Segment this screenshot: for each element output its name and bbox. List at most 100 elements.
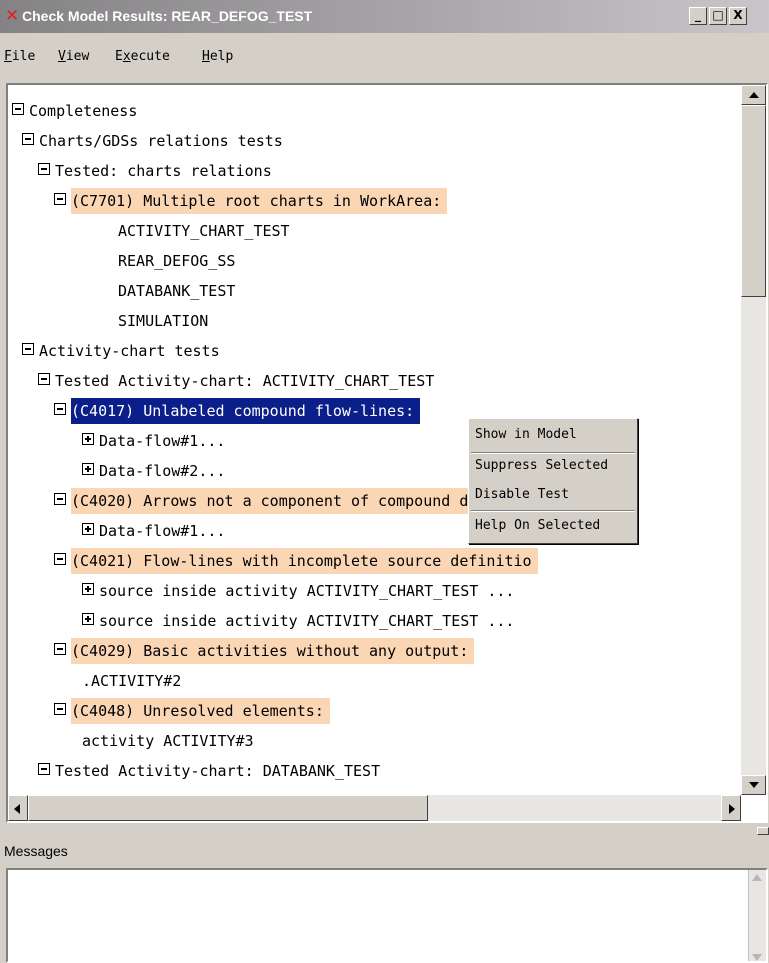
tree-row-label: Tested Activity-chart: DATABANK_TEST <box>55 761 381 780</box>
arrow-up-icon <box>749 92 759 98</box>
tree-node-activity-chart-tests[interactable]: Activity-chart tests <box>22 335 226 365</box>
tree-row-label: REAR_DEFOG_SS <box>118 251 236 270</box>
tree-row-label: (C4021) Flow-lines with incomplete sourc… <box>71 547 538 574</box>
ctx-show-in-model[interactable]: Show in Model <box>475 427 577 442</box>
vertical-scroll-thumb[interactable] <box>741 105 766 297</box>
tree-vertical-scrollbar[interactable] <box>741 85 766 795</box>
results-tree-panel: Completeness Charts/GDSs relations tests T… <box>6 83 768 823</box>
context-menu: Show in Model Suppress Selected Disable … <box>468 418 638 544</box>
maximize-button[interactable]: □ <box>709 7 727 25</box>
tree-node-c4029[interactable]: (C4029) Basic activities without any out… <box>54 635 475 665</box>
collapse-icon[interactable] <box>38 163 50 175</box>
menu-help-label: elp <box>209 49 234 64</box>
collapse-icon[interactable] <box>38 373 50 385</box>
expand-icon[interactable] <box>82 583 94 595</box>
expand-icon[interactable] <box>82 523 94 535</box>
tree-node-source-inside-1[interactable]: source inside activity ACTIVITY_CHART_TE… <box>82 575 520 605</box>
arrow-down-icon[interactable] <box>752 954 762 961</box>
menu-view[interactable]: View <box>58 49 89 64</box>
expand-icon[interactable] <box>82 433 94 445</box>
messages-panel[interactable] <box>6 868 768 963</box>
tree-row-label: Charts/GDSs relations tests <box>39 131 283 150</box>
ctx-suppress-selected[interactable]: Suppress Selected <box>475 458 608 473</box>
tree-row-label: Completeness <box>29 101 138 120</box>
tree-node-c7701[interactable]: (C7701) Multiple root charts in WorkArea… <box>54 185 448 215</box>
tree-row-label: source inside activity ACTIVITY_CHART_TE… <box>99 581 515 600</box>
tree-node-completeness[interactable]: Completeness <box>12 95 143 125</box>
collapse-icon[interactable] <box>54 553 66 565</box>
menu-execute[interactable]: Execute <box>115 49 170 64</box>
tree-node-tested-activity-chart[interactable]: Tested Activity-chart: ACTIVITY_CHART_TE… <box>38 365 440 395</box>
collapse-icon[interactable] <box>54 403 66 415</box>
expand-icon[interactable] <box>82 463 94 475</box>
messages-vertical-scrollbar[interactable] <box>748 870 766 961</box>
tree-row-label: Tested Activity-chart: ACTIVITY_CHART_TE… <box>55 371 435 390</box>
ctx-help-on-selected[interactable]: Help On Selected <box>475 518 600 533</box>
menu-file-label: ile <box>11 49 36 64</box>
horizontal-scroll-thumb[interactable] <box>28 795 428 821</box>
tree-node-c4048[interactable]: (C4048) Unresolved elements: <box>54 695 330 725</box>
ctx-separator <box>471 452 635 454</box>
tree-row-label: source inside activity ACTIVITY_CHART_TE… <box>99 611 515 630</box>
scroll-left-button[interactable] <box>8 795 28 821</box>
arrow-up-icon[interactable] <box>752 874 762 881</box>
scroll-up-button[interactable] <box>741 85 766 105</box>
tree-leaf-activity-2[interactable]: .ACTIVITY#2 <box>82 665 187 695</box>
app-x-icon: ✕ <box>5 6 20 26</box>
tree-node-source-inside-2[interactable]: source inside activity ACTIVITY_CHART_TE… <box>82 605 520 635</box>
title-bar[interactable]: ✕ Check Model Results: REAR_DEFOG_TEST _… <box>0 0 769 33</box>
tree-leaf-activity-chart-test[interactable]: ACTIVITY_CHART_TEST <box>118 215 296 245</box>
collapse-icon[interactable] <box>54 643 66 655</box>
tree-leaf-databank-test[interactable]: DATABANK_TEST <box>118 275 241 305</box>
tree-row-label: Data-flow#1... <box>99 431 226 450</box>
menu-file[interactable]: File <box>4 49 35 64</box>
menu-execute-label: ecute <box>130 49 170 64</box>
menu-execute-prefix: E <box>115 49 123 64</box>
window-title: Check Model Results: REAR_DEFOG_TEST <box>22 8 313 24</box>
tree-leaf-rear-defog-ss[interactable]: REAR_DEFOG_SS <box>118 245 241 275</box>
tree-leaf-activity-3[interactable]: activity ACTIVITY#3 <box>82 725 260 755</box>
tree-node-tested-databank[interactable]: Tested Activity-chart: DATABANK_TEST <box>38 755 386 785</box>
ctx-separator <box>471 510 635 512</box>
tree-node-c4017[interactable]: (C4017) Unlabeled compound flow-lines: <box>54 395 421 425</box>
menu-view-label: iew <box>65 49 90 64</box>
tree-node-c4020[interactable]: (C4020) Arrows not a component of compou… <box>54 485 502 515</box>
menu-help[interactable]: Help <box>202 49 233 64</box>
arrow-down-icon <box>749 782 759 788</box>
tree-node-data-flow-2[interactable]: Data-flow#2... <box>82 455 231 485</box>
collapse-icon[interactable] <box>54 193 66 205</box>
ctx-disable-test[interactable]: Disable Test <box>475 487 569 502</box>
tree-row-label: (C4017) Unlabeled compound flow-lines: <box>71 397 421 424</box>
scroll-right-button[interactable] <box>721 795 741 821</box>
minimize-button[interactable]: _ <box>689 7 707 25</box>
splitter-handle[interactable] <box>757 827 769 835</box>
menu-bar: File View Execute Help <box>0 36 769 70</box>
tree-node-data-flow-1b[interactable]: Data-flow#1... <box>82 515 231 545</box>
tree-node-c4021[interactable]: (C4021) Flow-lines with incomplete sourc… <box>54 545 538 575</box>
tree-row-label: DATABANK_TEST <box>118 281 236 300</box>
tree-row-label: ACTIVITY_CHART_TEST <box>118 221 290 240</box>
collapse-icon[interactable] <box>38 763 50 775</box>
tree-leaf-simulation[interactable]: SIMULATION <box>118 305 214 335</box>
tree-node-charts-relations[interactable]: Charts/GDSs relations tests <box>22 125 289 155</box>
expand-icon[interactable] <box>82 613 94 625</box>
collapse-icon[interactable] <box>12 103 24 115</box>
messages-label: Messages <box>4 843 68 859</box>
tree-horizontal-scrollbar[interactable] <box>8 795 741 821</box>
scroll-down-button[interactable] <box>741 775 766 795</box>
tree-row-label: (C4048) Unresolved elements: <box>71 697 330 724</box>
tree-node-data-flow-1[interactable]: Data-flow#1... <box>82 425 231 455</box>
menu-view-mnemonic: V <box>58 49 66 64</box>
tree-node-tested-charts-relations[interactable]: Tested: charts relations <box>38 155 278 185</box>
collapse-icon[interactable] <box>54 493 66 505</box>
collapse-icon[interactable] <box>22 343 34 355</box>
tree-row-label: (C4020) Arrows not a component of compou… <box>71 487 502 514</box>
collapse-icon[interactable] <box>54 703 66 715</box>
tree-row-label: Tested: charts relations <box>55 161 272 180</box>
tree-row-label: Data-flow#1... <box>99 521 226 540</box>
pane-splitter[interactable] <box>0 827 769 835</box>
collapse-icon[interactable] <box>22 133 34 145</box>
arrow-right-icon <box>729 804 735 814</box>
close-button[interactable]: X <box>729 7 747 25</box>
tree-row-label: .ACTIVITY#2 <box>82 671 182 690</box>
